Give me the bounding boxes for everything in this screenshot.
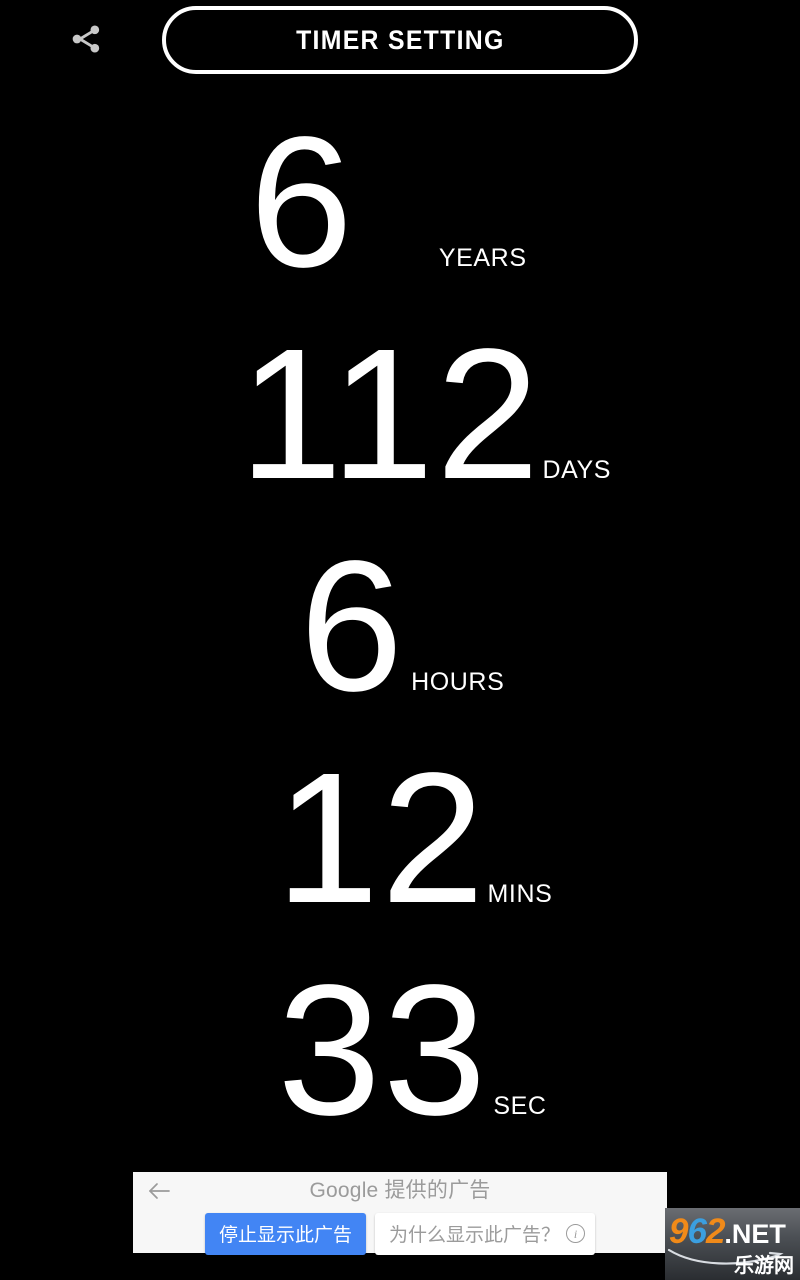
hours-label: HOURS xyxy=(411,668,505,696)
years-value: 6 xyxy=(249,99,355,306)
mins-value: 12 xyxy=(275,735,487,942)
ad-button-group: 停止显示此广告 为什么显示此广告？ i xyxy=(133,1213,667,1255)
watermark-subtitle: 乐游网 xyxy=(734,1253,794,1277)
share-button[interactable] xyxy=(55,8,117,70)
watermark-digit-6: 6 xyxy=(687,1212,706,1251)
countdown-row-mins: 12 MINS xyxy=(0,746,800,958)
countdown-row-years: 6 YEARS xyxy=(0,110,800,322)
countdown-display: 6 YEARS 112 DAYS 6 HOURS 12 MINS 33 SEC xyxy=(0,110,800,1170)
info-circle-icon: i xyxy=(566,1224,586,1243)
ad-header-text: Google 提供的广告 xyxy=(309,1179,491,1202)
countdown-row-days: 112 DAYS xyxy=(0,322,800,534)
hours-value: 6 xyxy=(299,523,406,730)
ad-stop-button[interactable]: 停止显示此广告 xyxy=(204,1213,366,1255)
countdown-row-hours: 6 HOURS xyxy=(0,534,800,746)
days-label: DAYS xyxy=(542,456,612,484)
site-watermark: 962.NET 乐游网 xyxy=(665,1208,800,1280)
google-ad-overlay: Google 提供的广告 停止显示此广告 为什么显示此广告？ i xyxy=(133,1172,667,1255)
watermark-digit-9: 9 xyxy=(669,1212,688,1251)
timer-setting-button[interactable]: TIMER SETTING xyxy=(162,6,638,74)
ad-why-button[interactable]: 为什么显示此广告？ i xyxy=(375,1213,596,1255)
watermark-digit-2: 2 xyxy=(705,1212,725,1251)
top-bar: TIMER SETTING xyxy=(0,0,800,84)
years-label: YEARS xyxy=(438,244,527,272)
watermark-logo-text: 962.NET xyxy=(669,1214,786,1249)
timer-setting-label: TIMER SETTING xyxy=(295,24,505,55)
watermark-net-text: .NET xyxy=(724,1219,786,1249)
countdown-row-sec: 33 SEC xyxy=(0,958,800,1170)
sec-label: SEC xyxy=(493,1092,547,1120)
days-value: 112 xyxy=(238,311,542,518)
share-icon xyxy=(66,19,106,59)
sec-value: 33 xyxy=(277,947,489,1154)
ad-why-label: 为什么显示此广告？ xyxy=(389,1225,561,1246)
mins-label: MINS xyxy=(487,880,553,908)
app-screen: TIMER SETTING 6 YEARS 112 DAYS 6 HOURS 1 xyxy=(0,0,800,1280)
